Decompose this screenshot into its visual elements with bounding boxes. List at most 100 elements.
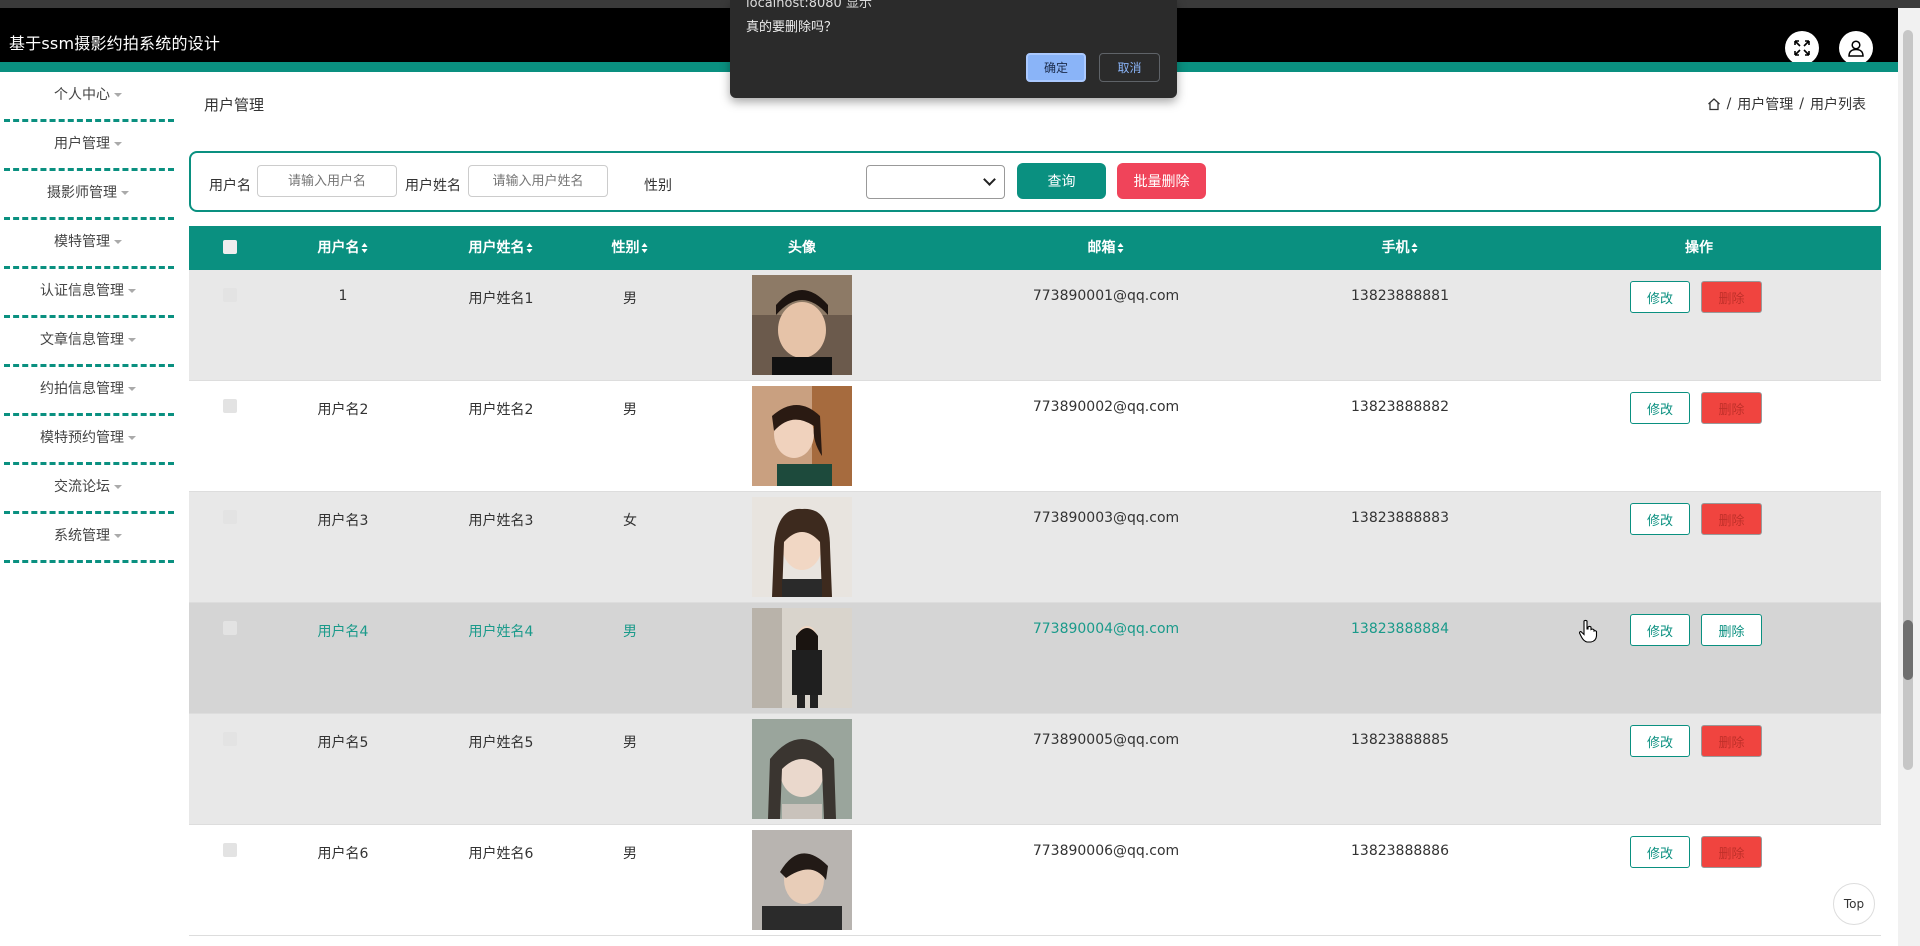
- app-title: 基于ssm摄影约拍系统的设计: [9, 34, 221, 53]
- table-row[interactable]: 用户名5 用户姓名5 男 773890005@qq.com 1382388888…: [189, 714, 1881, 825]
- username-input[interactable]: [257, 165, 397, 197]
- table-row[interactable]: 用户名2 用户姓名2 男 773890002@qq.com 1382388888…: [189, 381, 1881, 492]
- confirm-cancel-button[interactable]: 取消: [1099, 53, 1160, 82]
- sidebar-item-label: 文章信息管理: [40, 332, 124, 348]
- column-phone[interactable]: 手机: [1382, 226, 1419, 270]
- table-header: 用户名 用户姓名 性别 头像 邮箱 手机 操作: [189, 226, 1881, 270]
- fullscreen-button[interactable]: [1785, 31, 1819, 65]
- column-actions: 操作: [1685, 240, 1713, 256]
- sidebar-item-certification[interactable]: 认证信息管理: [0, 268, 176, 318]
- gender-label: 性别: [644, 178, 672, 194]
- cell-realname: 用户姓名3: [468, 513, 534, 529]
- column-avatar: 头像: [788, 240, 816, 256]
- sidebar-item-label: 约拍信息管理: [40, 381, 124, 397]
- sidebar-item-label: 模特管理: [54, 234, 110, 250]
- sort-icon: [1411, 242, 1419, 254]
- cell-phone: 13823888882: [1351, 399, 1449, 415]
- delete-button[interactable]: 删除: [1701, 836, 1762, 868]
- row-checkbox[interactable]: [223, 288, 237, 302]
- delete-button[interactable]: 删除: [1701, 503, 1762, 535]
- page-title: 用户管理: [204, 96, 265, 114]
- sidebar-item-shoots[interactable]: 约拍信息管理: [0, 366, 176, 416]
- breadcrumb-separator: /: [1799, 96, 1804, 112]
- column-email[interactable]: 邮箱: [1088, 226, 1125, 270]
- table-row[interactable]: 用户名6 用户姓名6 男 773890006@qq.com 1382388888…: [189, 825, 1881, 936]
- cell-username: 1: [338, 288, 348, 304]
- delete-button[interactable]: 删除: [1701, 725, 1762, 757]
- edit-button[interactable]: 修改: [1630, 614, 1690, 646]
- sidebar-item-users[interactable]: 用户管理: [0, 121, 176, 171]
- row-checkbox[interactable]: [223, 399, 237, 413]
- caret-down-icon: [114, 142, 122, 146]
- cell-username: 用户名2: [317, 402, 369, 418]
- user-button[interactable]: [1839, 31, 1873, 65]
- query-button[interactable]: 查询: [1017, 163, 1106, 199]
- row-checkbox[interactable]: [223, 843, 237, 857]
- cell-username: 用户名5: [317, 735, 369, 751]
- search-form: 用户名 用户姓名 性别 查询 批量删除: [189, 151, 1881, 212]
- caret-down-icon: [128, 338, 136, 342]
- sidebar-item-label: 摄影师管理: [47, 185, 117, 201]
- cell-phone: 13823888883: [1351, 510, 1449, 526]
- sort-icon: [1117, 242, 1125, 254]
- sort-icon: [641, 242, 649, 254]
- gender-select[interactable]: [866, 165, 1005, 199]
- dialog-message: 真的要删除吗？: [746, 20, 838, 35]
- cell-phone: 13823888881: [1351, 288, 1449, 304]
- cell-username: 用户名6: [317, 846, 369, 862]
- user-icon: [1848, 40, 1864, 57]
- sidebar-item-model-booking[interactable]: 模特预约管理: [0, 415, 176, 465]
- cell-gender: 男: [623, 735, 637, 751]
- breadcrumb: / 用户管理 / 用户列表: [1707, 94, 1866, 114]
- sidebar-item-personal[interactable]: 个人中心: [0, 72, 176, 122]
- edit-button[interactable]: 修改: [1630, 836, 1690, 868]
- sidebar-item-photographers[interactable]: 摄影师管理: [0, 170, 176, 220]
- cell-username: 用户名3: [317, 513, 369, 529]
- delete-button[interactable]: 删除: [1701, 281, 1762, 313]
- breadcrumb-separator: /: [1726, 96, 1732, 112]
- sidebar-item-models[interactable]: 模特管理: [0, 219, 176, 269]
- sidebar-item-label: 模特预约管理: [40, 430, 124, 446]
- caret-down-icon: [121, 191, 129, 195]
- row-checkbox[interactable]: [223, 510, 237, 524]
- sidebar-item-label: 交流论坛: [54, 479, 110, 495]
- row-checkbox[interactable]: [223, 732, 237, 746]
- edit-button[interactable]: 修改: [1630, 392, 1690, 424]
- breadcrumb-user-management[interactable]: 用户管理: [1737, 94, 1793, 114]
- realname-input[interactable]: [468, 165, 608, 197]
- cell-gender: 男: [623, 402, 637, 418]
- home-icon[interactable]: [1707, 97, 1721, 111]
- edit-button[interactable]: 修改: [1630, 281, 1690, 313]
- cell-realname: 用户姓名1: [468, 291, 534, 307]
- select-all-checkbox[interactable]: [223, 240, 237, 254]
- edit-button[interactable]: 修改: [1630, 503, 1690, 535]
- row-checkbox[interactable]: [223, 621, 237, 635]
- edit-button[interactable]: 修改: [1630, 725, 1690, 757]
- cell-email: 773890004@qq.com: [1032, 621, 1180, 637]
- scrollbar-thumb[interactable]: [1903, 620, 1913, 680]
- batch-delete-button[interactable]: 批量删除: [1117, 163, 1206, 199]
- confirm-ok-button[interactable]: 确定: [1026, 53, 1086, 82]
- cell-phone: 13823888884: [1351, 621, 1449, 637]
- back-to-top-button[interactable]: Top: [1833, 883, 1875, 925]
- sidebar-item-system[interactable]: 系统管理: [0, 513, 176, 563]
- cell-phone: 13823888886: [1351, 843, 1449, 859]
- table-row[interactable]: 用户名4 用户姓名4 男 773890004@qq.com 1382388888…: [189, 603, 1881, 714]
- cell-realname: 用户姓名2: [468, 402, 534, 418]
- column-gender[interactable]: 性别: [612, 226, 649, 270]
- column-realname[interactable]: 用户姓名: [469, 226, 534, 270]
- sort-icon: [526, 242, 534, 254]
- delete-button[interactable]: 删除: [1701, 392, 1762, 424]
- avatar: [752, 608, 852, 708]
- cell-gender: 男: [623, 291, 637, 307]
- username-label: 用户名: [209, 178, 251, 194]
- expand-icon: [1794, 40, 1810, 56]
- chevron-down-icon: [983, 173, 996, 186]
- sidebar-item-forum[interactable]: 交流论坛: [0, 464, 176, 514]
- table-row[interactable]: 1 用户姓名1 男 773890001@qq.com 13823888881 修…: [189, 270, 1881, 381]
- delete-button[interactable]: 删除: [1701, 614, 1762, 646]
- caret-down-icon: [114, 93, 122, 97]
- sidebar-item-articles[interactable]: 文章信息管理: [0, 317, 176, 367]
- table-row[interactable]: 用户名3 用户姓名3 女 773890003@qq.com 1382388888…: [189, 492, 1881, 603]
- column-username[interactable]: 用户名: [318, 226, 369, 270]
